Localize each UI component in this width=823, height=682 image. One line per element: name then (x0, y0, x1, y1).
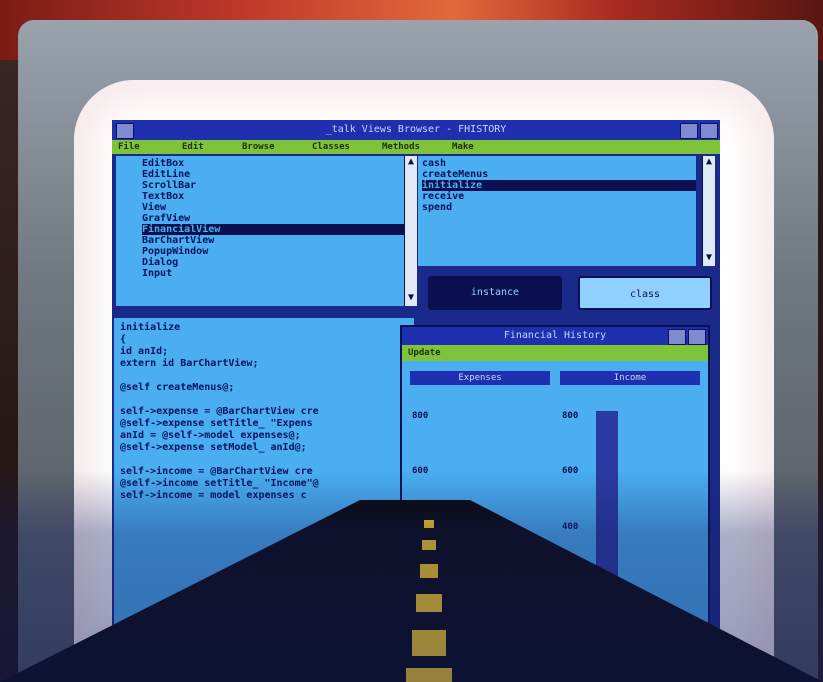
class-list-item[interactable]: FinancialView (142, 224, 404, 235)
income-chart-title: Income (560, 371, 700, 385)
code-line: initialize (120, 322, 181, 333)
scroll-up-icon[interactable]: ▲ (703, 156, 715, 168)
method-list-item[interactable]: initialize (422, 180, 696, 191)
class-button[interactable]: class (578, 276, 712, 310)
system-menu-box[interactable] (116, 123, 134, 139)
class-list-item[interactable]: PopupWindow (142, 246, 404, 257)
instance-button[interactable]: instance (428, 276, 562, 310)
financial-title: Financial History (402, 327, 708, 345)
menu-edit[interactable]: Edit (182, 140, 204, 154)
code-line: self->expense = @BarChartView cre (120, 406, 319, 417)
menu-browse[interactable]: Browse (242, 140, 275, 154)
scroll-down-icon[interactable]: ▼ (703, 252, 715, 264)
minimize-button[interactable] (680, 123, 698, 139)
method-list[interactable]: cash createMenus initialize receive spend (418, 156, 696, 266)
class-list-item[interactable]: EditLine (142, 169, 404, 180)
scroll-down-icon[interactable]: ▼ (405, 292, 417, 304)
class-list-item[interactable]: Input (142, 268, 404, 279)
method-list-item[interactable]: createMenus (422, 169, 696, 180)
menu-bar: File Edit Browse Classes Methods Make (112, 140, 720, 154)
maximize-button[interactable] (700, 123, 718, 139)
class-list-item[interactable]: EditBox (142, 158, 404, 169)
method-list-item[interactable]: cash (422, 158, 696, 169)
bottom-fade (0, 470, 823, 682)
class-list-scrollbar[interactable]: ▲ ▼ (404, 156, 417, 306)
axis-tick-label: 800 (562, 410, 579, 421)
restore-button[interactable] (668, 329, 686, 345)
code-line: @self->expense setModel_ anId@; (120, 442, 307, 453)
class-list-item[interactable]: GrafView (142, 213, 404, 224)
class-list-item[interactable]: View (142, 202, 404, 213)
code-line: anId = @self->model expenses@; (120, 430, 301, 441)
code-line: extern id BarChartView; (120, 358, 259, 369)
method-list-item[interactable]: spend (422, 202, 696, 213)
expenses-chart-title: Expenses (410, 371, 550, 385)
scroll-up-icon[interactable]: ▲ (405, 156, 417, 168)
class-list-item[interactable]: Dialog (142, 257, 404, 268)
method-list-item[interactable]: receive (422, 191, 696, 202)
menu-classes[interactable]: Classes (312, 140, 350, 154)
menu-make[interactable]: Make (452, 140, 474, 154)
class-list[interactable]: EditBox EditLine ScrollBar TextBox View GrafV… (116, 156, 404, 306)
menu-file[interactable]: File (118, 140, 140, 154)
axis-tick-label: 800 (412, 410, 429, 421)
code-line: id anId; (120, 346, 169, 357)
class-list-item[interactable]: TextBox (142, 191, 404, 202)
window-title: _talk Views Browser - FHISTORY (112, 120, 720, 140)
code-line: @self->expense setTitle_ "Expens (120, 418, 313, 429)
menu-methods[interactable]: Methods (382, 140, 420, 154)
code-line: { (120, 334, 127, 345)
class-list-item[interactable]: BarChartView (142, 235, 404, 246)
code-line: @self createMenus@; (120, 382, 235, 393)
class-list-item[interactable]: ScrollBar (142, 180, 404, 191)
close-button[interactable] (688, 329, 706, 345)
menu-update[interactable]: Update (402, 345, 708, 361)
method-list-scrollbar[interactable]: ▲ ▼ (702, 156, 715, 266)
